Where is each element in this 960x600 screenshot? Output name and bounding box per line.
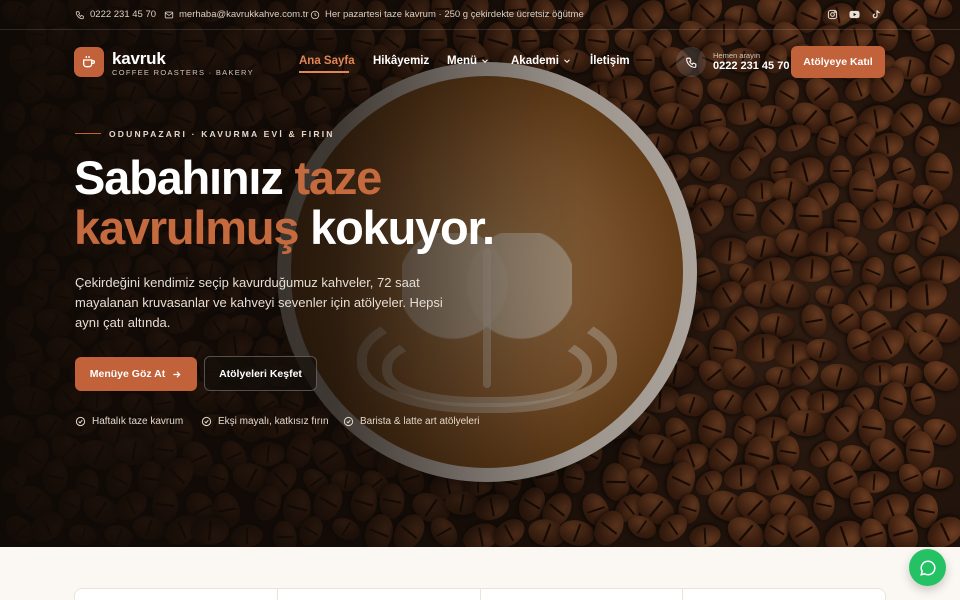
hero-headline: Sabahınız taze kavrulmuş kokuyor. (74, 153, 574, 253)
topbar: 0222 231 45 70 merhaba@kavrukkahve.com.t… (0, 0, 960, 30)
info-cards-strip (74, 588, 886, 600)
brand-name[interactable]: kavruk (112, 49, 166, 69)
chevron-down-icon (482, 59, 488, 63)
nav-label: İletişim (590, 55, 630, 67)
topbar-phone-text: 0222 231 45 70 (90, 9, 157, 20)
headline-accent-1: taze (294, 151, 382, 204)
check-circle-icon (343, 416, 354, 427)
headline-part-1: Sabahınız (74, 151, 295, 204)
join-workshop-button[interactable]: Atölyeye Katıl (791, 46, 885, 78)
nav-label: Hikâyemiz (373, 55, 430, 67)
headline-part-2: kokuyor. (298, 201, 495, 254)
check-circle-icon (75, 416, 86, 427)
nav-item-hikayemiz[interactable]: Hikâyemiz (373, 55, 429, 67)
nav-item-akademi[interactable]: Akademi (511, 55, 572, 67)
feature-label: Ekşi mayalı, katkısız fırın (218, 416, 329, 427)
chat-button[interactable] (909, 549, 946, 586)
feature-label: Haftalık taze kavrum (92, 416, 184, 427)
header-phone-number[interactable]: 0222 231 45 70 (713, 60, 789, 72)
arrow-right-icon (173, 370, 181, 378)
nav-label: Menü (447, 55, 478, 67)
info-card (683, 589, 885, 600)
check-circle-icon (201, 416, 212, 427)
nav-item-iletisim[interactable]: İletişim (590, 55, 630, 67)
nav-item-menu[interactable]: Menü (447, 55, 490, 67)
logo-mark[interactable] (74, 47, 104, 77)
topbar-notice: Her pazartesi taze kavrum · 250 g çekird… (310, 9, 584, 20)
info-card (278, 589, 481, 600)
chevron-down-icon (564, 59, 570, 63)
phone-icon (75, 10, 84, 19)
view-menu-label: Menüye Göz At (89, 368, 166, 380)
info-card (75, 589, 278, 600)
info-card (481, 589, 684, 600)
phone-icon (685, 57, 696, 68)
topbar-email-text: merhaba@kavrukkahve.com.tr (179, 9, 309, 20)
feature-item: Ekşi mayalı, katkısız fırın (201, 416, 329, 427)
brand-tagline: COFFEE ROASTERS · BAKERY (112, 68, 254, 77)
feature-item: Haftalık taze kavrum (75, 416, 183, 427)
hero-lead-text: Çekirdeğini kendimiz seçip kavurduğumuz … (75, 275, 443, 330)
header-phone-button[interactable] (676, 47, 706, 77)
youtube-icon[interactable] (849, 9, 860, 20)
nav-active-indicator (299, 71, 349, 73)
instagram-icon[interactable] (827, 9, 838, 20)
tiktok-icon[interactable] (871, 9, 882, 20)
mail-icon (164, 11, 174, 18)
chat-bubble-icon (919, 559, 936, 576)
topbar-notice-text: Her pazartesi taze kavrum · 250 g çekird… (325, 9, 584, 20)
headline-accent-2: kavrulmuş (74, 201, 300, 254)
eyebrow-line (75, 133, 101, 134)
social-links (827, 9, 882, 20)
nav-label: Akademi (511, 55, 559, 67)
explore-workshops-button[interactable]: Atölyeleri Keşfet (204, 356, 317, 391)
nav-label: Ana Sayfa (299, 55, 355, 67)
feature-label: Barista & latte art atölyeleri (360, 416, 480, 427)
clock-icon (310, 10, 320, 19)
header-phone-caption: Hemen arayın (713, 51, 761, 60)
view-menu-button[interactable]: Menüye Göz At (75, 357, 197, 391)
nav-item-ana-sayfa[interactable]: Ana Sayfa (299, 55, 355, 67)
feature-item: Barista & latte art atölyeleri (343, 416, 480, 427)
coffee-cup-icon (83, 56, 95, 68)
topbar-email[interactable]: merhaba@kavrukkahve.com.tr (164, 9, 309, 20)
hero-eyebrow: ODUNPAZARI · KAVURMA EVİ & FIRIN (109, 129, 335, 139)
topbar-phone[interactable]: 0222 231 45 70 (75, 9, 156, 20)
